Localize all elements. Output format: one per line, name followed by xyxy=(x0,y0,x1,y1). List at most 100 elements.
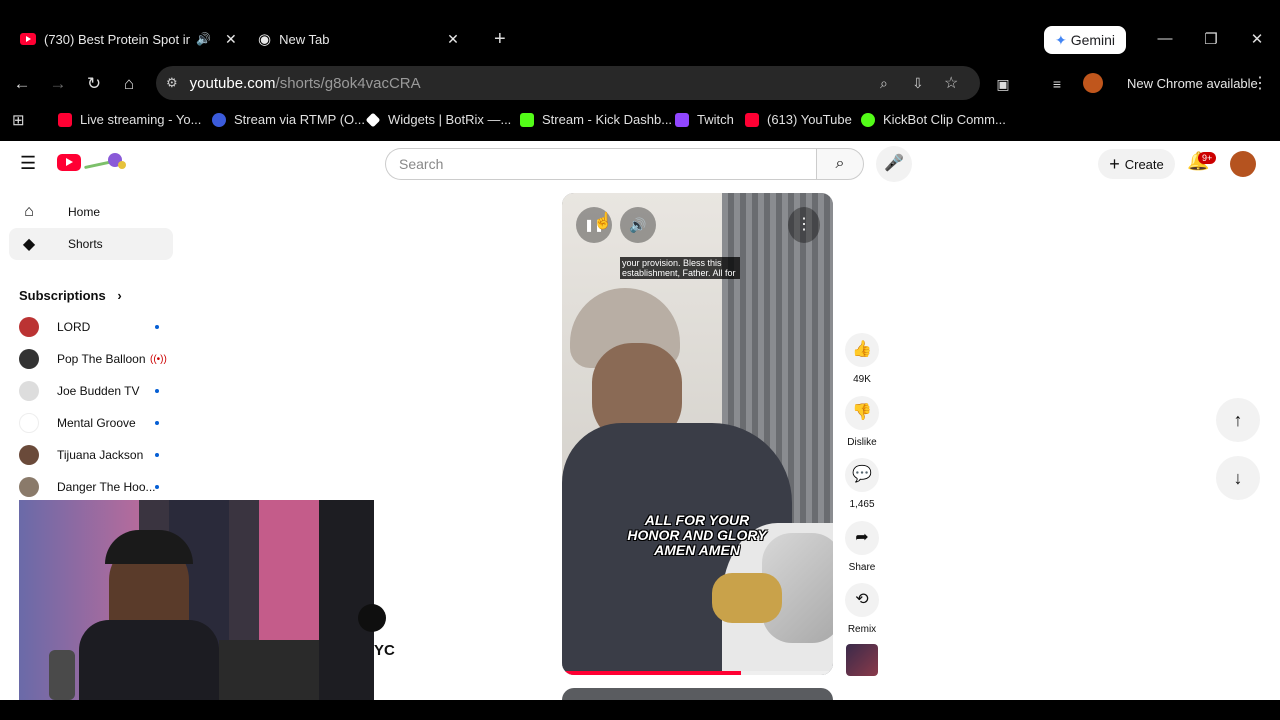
bookmark-stream-rtmp[interactable]: Stream via RTMP (O... xyxy=(212,112,365,127)
subscriptions-label: Subscriptions xyxy=(19,288,106,303)
subscription-item[interactable]: Pop The Balloon ((•)) xyxy=(19,347,169,371)
share-button[interactable]: ➦ xyxy=(845,521,879,555)
search-input[interactable]: Search xyxy=(385,148,817,180)
voice-search-button[interactable]: 🎤 xyxy=(876,146,912,182)
tab-new-tab[interactable]: ◉ New Tab ✕ xyxy=(258,22,474,56)
bookmark-kick-dashboard[interactable]: Stream - Kick Dashb... xyxy=(520,112,672,127)
channel-name: Tijuana Jackson xyxy=(57,448,144,462)
bookmark-label: Live streaming - Yo... xyxy=(80,112,202,127)
subscription-item[interactable]: Danger The Hoo... xyxy=(19,475,169,499)
dislike-button[interactable]: 👎 xyxy=(845,396,879,430)
account-avatar[interactable] xyxy=(1230,151,1256,177)
progress-fill xyxy=(562,671,741,675)
subscription-item[interactable]: Tijuana Jackson xyxy=(19,443,169,467)
play-icon xyxy=(66,158,73,166)
youtube-page: ☰ Search ⌕ 🎤 + Create 🔔 9+ ⌂ Home ◆ Shor… xyxy=(0,141,1280,700)
close-tab-icon[interactable]: ✕ xyxy=(225,31,237,48)
mute-button[interactable]: 🔊 xyxy=(620,207,656,243)
bookmark-youtube[interactable]: (613) YouTube xyxy=(745,112,852,127)
tab-search-icon[interactable]: ▣ xyxy=(992,73,1014,95)
subscription-item[interactable]: LORD xyxy=(19,315,169,339)
shorts-video-player[interactable]: ❚❚ 🔊 ⋮ your provision. Bless this establ… xyxy=(562,193,833,675)
youtube-logo[interactable] xyxy=(57,154,81,171)
sidebar-item-label: Shorts xyxy=(68,237,103,251)
youtube-icon xyxy=(745,112,759,127)
bookmarks-bar: ⊞ Live streaming - Yo... Stream via RTMP… xyxy=(0,102,1280,138)
bookmark-label: (613) YouTube xyxy=(767,112,852,127)
new-content-dot xyxy=(155,453,159,457)
chrome-menu-icon[interactable]: ⋮ xyxy=(1252,73,1268,93)
new-tab-button[interactable]: + xyxy=(494,28,506,51)
next-short-preview[interactable] xyxy=(562,688,833,700)
forward-icon[interactable]: → xyxy=(47,73,69,95)
kick-icon xyxy=(520,112,534,127)
remix-button[interactable]: ⟲ xyxy=(845,583,879,617)
address-toolbar: ← → ↻ ⌂ ⚙ youtube.com/shorts/g8ok4vacCRA… xyxy=(0,66,1280,102)
bookmark-label: Widgets | BotRix —... xyxy=(388,112,512,127)
progress-bar[interactable] xyxy=(562,671,833,675)
sidebar-item-home[interactable]: ⌂ Home xyxy=(9,196,173,228)
channel-avatar xyxy=(19,477,39,497)
dislike-label: Dislike xyxy=(847,437,877,448)
reload-icon[interactable]: ↻ xyxy=(83,73,105,95)
close-window-icon[interactable]: ✕ xyxy=(1247,30,1267,48)
install-app-icon[interactable]: ⇩ xyxy=(912,75,924,92)
back-icon[interactable]: ← xyxy=(11,73,33,95)
profile-avatar[interactable] xyxy=(1083,73,1103,93)
subscription-item[interactable]: Joe Budden TV xyxy=(19,379,169,403)
previous-short-button[interactable]: ↑ xyxy=(1216,398,1260,442)
new-chrome-available-button[interactable]: New Chrome available xyxy=(1127,76,1258,91)
subscriptions-heading[interactable]: Subscriptions › xyxy=(19,288,122,303)
address-bar[interactable]: ⚙ youtube.com/shorts/g8ok4vacCRA ⌕ ⇩ ☆ xyxy=(156,66,980,100)
thumbs-down-icon: 👎 xyxy=(852,404,872,421)
minimize-icon[interactable]: — xyxy=(1155,30,1175,47)
channel-avatar xyxy=(19,381,39,401)
youtube-icon xyxy=(58,112,72,127)
overlay-text: YC xyxy=(374,642,395,659)
comments-button[interactable]: 💬 xyxy=(845,458,879,492)
plus-icon: + xyxy=(1109,153,1120,174)
new-content-dot xyxy=(155,421,159,425)
chrome-icon: ◉ xyxy=(258,31,272,48)
create-button[interactable]: + Create xyxy=(1098,149,1175,179)
next-short-button[interactable]: ↓ xyxy=(1216,456,1260,500)
channel-avatar xyxy=(19,445,39,465)
sidebar-item-label: Home xyxy=(68,205,101,219)
twitch-icon xyxy=(675,112,689,127)
notifications-badge: 9+ xyxy=(1198,152,1217,164)
tab-youtube[interactable]: (730) Best Protein Spot in N 🔊 ✕ xyxy=(20,22,240,56)
media-control-icon[interactable]: ≡ xyxy=(1046,73,1068,95)
subscription-item[interactable]: Mental Groove xyxy=(19,411,169,435)
close-tab-icon[interactable]: ✕ xyxy=(447,31,459,48)
bookmark-twitch[interactable]: Twitch xyxy=(675,112,734,127)
new-content-dot xyxy=(155,325,159,329)
webcam-overlay xyxy=(19,500,374,700)
burned-in-caption: ALL FOR YOUR HONOR AND GLORY AMEN AMEN xyxy=(627,512,767,558)
live-icon: ((•)) xyxy=(150,353,167,365)
like-button[interactable]: 👍 xyxy=(845,333,879,367)
zoom-icon[interactable]: ⌕ xyxy=(880,75,888,92)
site-info-icon[interactable]: ⚙ xyxy=(166,75,178,91)
sound-thumbnail[interactable] xyxy=(846,644,878,676)
bookmark-star-icon[interactable]: ☆ xyxy=(944,73,958,93)
gemini-sparkle-icon: ✦ xyxy=(1054,31,1067,48)
gemini-button[interactable]: ✦ Gemini xyxy=(1044,26,1126,54)
comment-icon: 💬 xyxy=(852,466,872,483)
bookmark-botrix[interactable]: Widgets | BotRix —... xyxy=(365,112,512,127)
restore-icon[interactable]: ❐ xyxy=(1201,30,1221,48)
browser-tab-strip: (730) Best Protein Spot in N 🔊 ✕ ◉ New T… xyxy=(0,0,1280,66)
bookmark-live-streaming[interactable]: Live streaming - Yo... xyxy=(58,112,201,127)
volume-icon: 🔊 xyxy=(629,217,647,233)
remix-icon: ⟲ xyxy=(855,591,869,608)
menu-hamburger-icon[interactable]: ☰ xyxy=(20,153,36,174)
new-content-dot xyxy=(155,485,159,489)
kickbot-icon xyxy=(861,112,875,127)
speaker-icon[interactable]: 🔊 xyxy=(196,32,211,46)
bookmark-kickbot[interactable]: KickBot Clip Comm... xyxy=(861,112,1006,127)
apps-grid-icon[interactable]: ⊞ xyxy=(12,111,25,129)
more-options-button[interactable]: ⋮ xyxy=(788,207,820,243)
home-icon[interactable]: ⌂ xyxy=(118,73,140,95)
sidebar-item-shorts[interactable]: ◆ Shorts xyxy=(9,228,173,260)
search-button[interactable]: ⌕ xyxy=(816,148,864,180)
thumbs-up-icon: 👍 xyxy=(852,341,872,358)
